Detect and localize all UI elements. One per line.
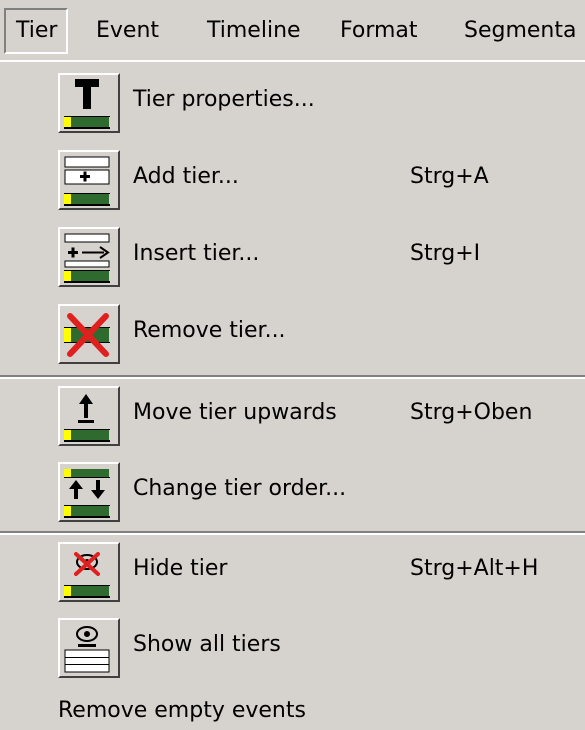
menubar-format[interactable]: Format <box>340 8 418 54</box>
tier-menu-dropdown: Tier properties... Add tier... Strg+A In… <box>0 60 585 730</box>
menu-item-insert-tier[interactable]: Insert tier... Strg+I <box>0 227 585 293</box>
menu-item-label: Move tier upwards <box>133 400 337 425</box>
menubar-timeline[interactable]: Timeline <box>207 8 301 54</box>
menu-item-label: Change tier order... <box>133 476 347 501</box>
menu-separator <box>0 375 585 379</box>
menu-item-remove-tier[interactable]: Remove tier... <box>0 304 585 370</box>
menu-item-label: Remove tier... <box>133 318 286 343</box>
menu-item-label: Tier properties... <box>133 87 315 112</box>
menu-item-shortcut: Strg+A <box>410 164 489 189</box>
menubar-tier[interactable]: Tier <box>4 8 68 54</box>
menu-item-show-all-tiers[interactable]: Show all tiers <box>0 618 585 684</box>
menu-item-shortcut: Strg+Alt+H <box>410 556 539 581</box>
show-all-tiers-icon <box>58 618 120 678</box>
menu-item-label: Add tier... <box>133 164 239 189</box>
menu-item-shortcut: Strg+Oben <box>410 400 533 425</box>
menu-item-shortcut: Strg+I <box>410 241 481 266</box>
menu-item-add-tier[interactable]: Add tier... Strg+A <box>0 150 585 216</box>
remove-tier-icon <box>58 304 120 364</box>
menu-item-change-tier-order[interactable]: Change tier order... <box>0 462 585 528</box>
menu-item-remove-empty-events[interactable]: Remove empty events <box>0 694 585 730</box>
menu-item-tier-properties[interactable]: Tier properties... <box>0 73 585 139</box>
menubar-event[interactable]: Event <box>96 8 159 54</box>
menu-item-label: Remove empty events <box>58 698 306 723</box>
menu-item-label: Insert tier... <box>133 241 260 266</box>
insert-tier-icon <box>58 227 120 287</box>
menubar-segmentation[interactable]: Segmenta <box>464 8 576 54</box>
menu-item-label: Hide tier <box>133 556 228 581</box>
tier-properties-icon <box>58 73 120 133</box>
change-tier-order-icon <box>58 462 120 522</box>
menubar: Tier Event Timeline Format Segmenta <box>0 0 585 60</box>
menu-item-hide-tier[interactable]: Hide tier Strg+Alt+H <box>0 542 585 608</box>
menu-item-move-tier-upwards[interactable]: Move tier upwards Strg+Oben <box>0 386 585 452</box>
move-tier-up-icon <box>58 386 120 446</box>
hide-tier-icon <box>58 542 120 602</box>
add-tier-icon <box>58 150 120 210</box>
menu-item-label: Show all tiers <box>133 632 281 657</box>
menu-separator <box>0 531 585 535</box>
